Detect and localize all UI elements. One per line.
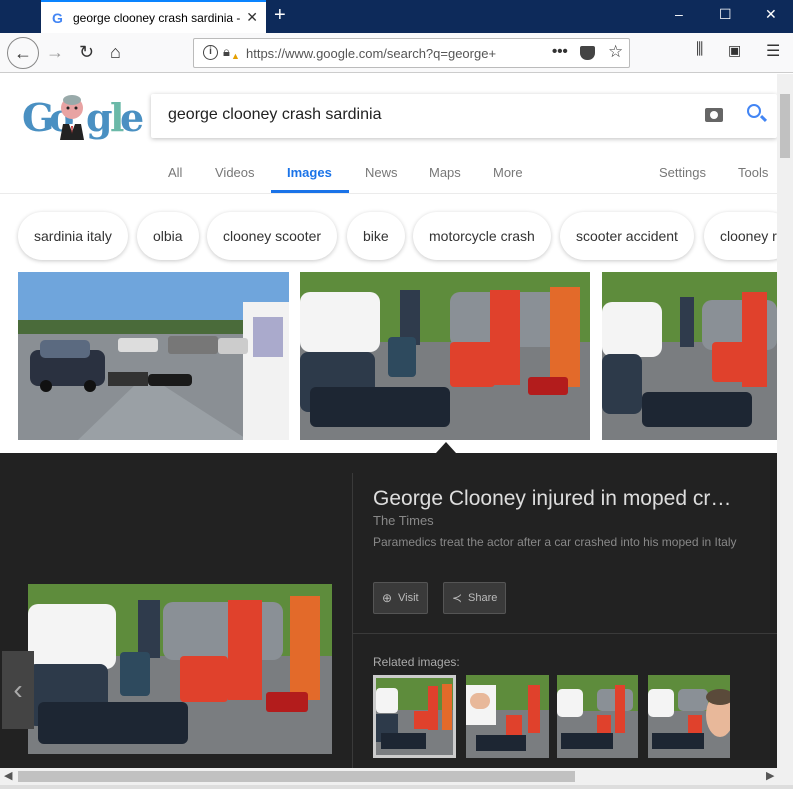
chip[interactable]: clooney r (704, 212, 777, 260)
related-image[interactable] (466, 675, 549, 758)
visit-label: Visit (398, 592, 419, 604)
home-button[interactable]: ⌂ (110, 41, 121, 63)
menu-icon[interactable]: ☰ (766, 41, 780, 61)
minimize-window-icon[interactable]: – (675, 6, 683, 22)
lock-icon[interactable]: 🔒︎ (223, 44, 230, 60)
chip[interactable]: scooter accident (560, 212, 694, 260)
preview-source: The Times (373, 513, 434, 528)
status-strip (0, 785, 793, 789)
related-image[interactable] (648, 675, 730, 758)
search-input[interactable]: george clooney crash sardinia (168, 106, 381, 124)
tab-settings[interactable]: Settings (659, 165, 706, 180)
browser-toolbar: ← → ↻ ⌂ i 🔒︎ ▲ https://www.google.com/se… (0, 33, 793, 73)
warning-icon: ▲ (231, 51, 240, 61)
panel-divider (352, 473, 353, 768)
tab-videos[interactable]: Videos (215, 165, 255, 180)
scroll-right-icon[interactable]: ▶ (766, 769, 774, 782)
image-result-selected[interactable] (300, 272, 590, 440)
crash-road-photo (18, 272, 289, 440)
chip[interactable]: olbia (137, 212, 199, 260)
related-image-selected[interactable] (373, 675, 456, 758)
preview-title[interactable]: George Clooney injured in moped cr… (373, 487, 763, 511)
browser-tab[interactable]: G george clooney crash sardinia - ✕ (41, 0, 266, 33)
info-icon[interactable]: i (203, 45, 218, 60)
search-tabs: All Videos Images News Maps More Setting… (0, 152, 777, 194)
active-tab-indicator (271, 190, 349, 193)
tab-all[interactable]: All (168, 165, 182, 180)
tab-tools[interactable]: Tools (738, 165, 768, 180)
vertical-scrollbar[interactable] (777, 74, 793, 768)
chip[interactable]: clooney scooter (207, 212, 338, 260)
chip[interactable]: sardinia italy (18, 212, 128, 260)
pocket-icon[interactable] (580, 46, 595, 60)
reload-button[interactable]: ↻ (79, 41, 94, 63)
paramedics-large-photo (28, 584, 332, 754)
logo-letter: e (120, 95, 145, 140)
tab-maps[interactable]: Maps (429, 165, 461, 180)
related-image[interactable] (557, 675, 638, 758)
search-icon[interactable] (747, 104, 761, 118)
tab-images[interactable]: Images (287, 165, 332, 180)
close-tab-icon[interactable]: ✕ (246, 9, 258, 26)
camera-search-icon[interactable] (705, 108, 723, 122)
tab-news[interactable]: News (365, 165, 398, 180)
share-button[interactable]: ≺ Share (443, 582, 507, 614)
image-result[interactable] (18, 272, 289, 440)
globe-icon: ⊕ (382, 591, 393, 605)
related-images-label: Related images: (373, 655, 460, 669)
url-text[interactable]: https://www.google.com/search?q=george+ (246, 46, 508, 61)
related-photo (376, 678, 453, 755)
chip[interactable]: motorcycle crash (413, 212, 551, 260)
maximize-window-icon[interactable]: ☐ (719, 6, 732, 23)
visit-button[interactable]: ⊕ Visit (373, 582, 428, 614)
related-photo (648, 675, 730, 758)
paramedics-photo-2 (602, 272, 777, 440)
browser-titlebar: G george clooney crash sardinia - ✕ + – … (0, 0, 793, 33)
related-search-chips: sardinia italy olbia clooney scooter bik… (0, 212, 777, 260)
related-photo (557, 675, 638, 758)
new-tab-icon[interactable]: + (274, 4, 286, 26)
close-window-icon[interactable]: ✕ (765, 6, 777, 23)
preview-description: Paramedics treat the actor after a car c… (373, 535, 737, 549)
url-bar[interactable]: i 🔒︎ ▲ https://www.google.com/search?q=g… (193, 38, 630, 68)
bookmark-star-icon[interactable]: ☆ (608, 42, 623, 62)
scroll-left-icon[interactable]: ◀ (4, 769, 12, 782)
horizontal-scrollbar[interactable]: ◀ ▶ (0, 768, 793, 785)
paramedics-photo (300, 272, 590, 440)
page-content: G o g l e george clooney crash sardinia … (0, 74, 777, 768)
doodle-portrait-icon (60, 95, 84, 140)
chip[interactable]: bike (347, 212, 405, 260)
google-favicon-icon: G (52, 10, 63, 26)
selection-caret (436, 442, 456, 453)
tab-title: george clooney crash sardinia - (73, 11, 241, 25)
google-doodle-logo[interactable]: G o g l e (22, 95, 144, 142)
tab-more[interactable]: More (493, 165, 523, 180)
forward-button[interactable]: → (46, 41, 64, 63)
search-box[interactable]: george clooney crash sardinia (151, 94, 777, 138)
library-icon[interactable]: ⫼ (696, 41, 703, 59)
share-icon: ≺ (452, 591, 463, 605)
share-label: Share (468, 592, 498, 604)
image-result[interactable] (602, 272, 777, 440)
previous-image-button[interactable]: ‹ (2, 651, 34, 729)
preview-image-area: ‹ (0, 453, 352, 768)
image-preview-panel: ‹ George Clooney injured in moped cr… Th… (0, 453, 777, 768)
preview-image[interactable] (28, 584, 332, 754)
panel-section-divider (353, 633, 777, 634)
logo-letter: g (86, 95, 113, 140)
scrollbar-thumb[interactable] (18, 771, 575, 782)
sidebar-icon[interactable]: ▣ (728, 42, 741, 59)
scrollbar-thumb[interactable] (780, 94, 790, 158)
related-photo (466, 675, 549, 758)
back-button[interactable]: ← (7, 37, 39, 69)
page-actions-icon[interactable]: ••• (552, 43, 568, 60)
